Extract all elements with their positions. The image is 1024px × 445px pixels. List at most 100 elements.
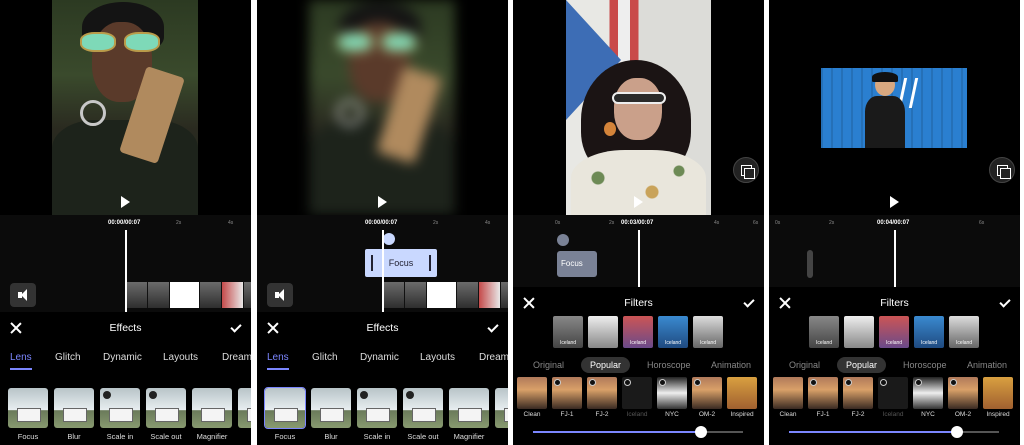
filter-item[interactable]: Inspired (983, 377, 1013, 418)
clip-strip[interactable] (126, 282, 251, 308)
video-preview[interactable] (769, 0, 1020, 215)
sheet-title: Filters (880, 297, 909, 309)
tab-original[interactable]: Original (789, 360, 820, 370)
playhead[interactable] (382, 230, 384, 312)
effect-item[interactable]: Scale in (100, 388, 140, 441)
applied-filter[interactable]: Iceland (949, 316, 979, 348)
tab-glitch[interactable]: Glitch (312, 352, 338, 363)
tab-layouts[interactable]: Layouts (420, 352, 455, 363)
applied-filter[interactable]: Iceland (914, 316, 944, 348)
effect-clip-focus[interactable]: Focus (365, 249, 437, 277)
filter-label: FJ-1 (560, 411, 574, 418)
timecode: 00:00/00:07 (365, 220, 398, 226)
effect-clip-focus[interactable]: Focus (557, 251, 597, 277)
tab-popular[interactable]: Popular (581, 357, 631, 373)
applied-filter[interactable]: Iceland (553, 316, 583, 348)
filter-item[interactable]: Inspired (727, 377, 757, 418)
tab-horoscope[interactable]: Horoscope (903, 360, 947, 370)
tab-animation[interactable]: Animation (967, 360, 1007, 370)
applied-filter[interactable]: Iceland (658, 316, 688, 348)
effect-label: Scale out (407, 432, 439, 441)
effect-handle[interactable] (383, 233, 395, 245)
filter-item[interactable]: Iceland (622, 377, 652, 418)
crop-icon[interactable] (989, 157, 1015, 183)
filter-item[interactable]: Clean (517, 377, 547, 418)
effect-item[interactable]: Magnifier (192, 388, 232, 441)
filter-intensity-slider[interactable] (533, 426, 743, 438)
filter-item[interactable]: OM-2 (692, 377, 722, 418)
slider-knob[interactable] (695, 426, 707, 438)
effect-item[interactable]: Blur (54, 388, 94, 441)
effect-item[interactable]: Focus (264, 387, 306, 441)
video-preview[interactable] (257, 0, 508, 215)
applied-filter[interactable]: Iceland (623, 316, 653, 348)
tab-layouts[interactable]: Layouts (163, 352, 198, 363)
filter-item[interactable]: OM-2 (948, 377, 978, 418)
filter-label: Clean (779, 411, 797, 418)
applied-filter[interactable]: Iceland (809, 316, 839, 348)
tab-dynamic[interactable]: Dynamic (103, 352, 142, 363)
filter-item[interactable]: FJ-1 (808, 377, 838, 418)
tab-dream[interactable]: Dream (222, 352, 251, 363)
slider-knob[interactable] (951, 426, 963, 438)
tab-glitch[interactable]: Glitch (55, 352, 81, 363)
applied-filters: Iceland Iceland Iceland Iceland (809, 316, 989, 350)
effect-tabs: Lens Glitch Dynamic Layouts Dream (0, 352, 251, 370)
timeline[interactable]: 00:00/00:07 2s 4s (0, 215, 251, 312)
filter-item[interactable]: FJ-2 (587, 377, 617, 418)
tab-popular[interactable]: Popular (837, 357, 887, 373)
tab-original[interactable]: Original (533, 360, 564, 370)
ruler-tick: 0s (555, 220, 561, 226)
playhead[interactable] (894, 230, 896, 287)
filter-item[interactable]: Clean (773, 377, 803, 418)
effect-item[interactable] (495, 388, 508, 428)
play-icon[interactable] (378, 196, 387, 208)
video-preview[interactable] (0, 0, 251, 215)
effect-item[interactable]: Magnifier (449, 388, 489, 441)
effect-item[interactable]: V (238, 388, 251, 428)
timeline[interactable]: 0s 2s 00:04/00:07 6s (769, 215, 1020, 287)
crop-icon[interactable] (733, 157, 759, 183)
filter-intensity-slider[interactable] (789, 426, 999, 438)
ruler-tick: 2s (609, 220, 615, 226)
filter-label: OM-2 (954, 411, 972, 418)
tab-lens[interactable]: Lens (10, 352, 32, 363)
filter-item[interactable]: Iceland (878, 377, 908, 418)
ruler-tick: 6s (753, 220, 759, 226)
filter-item[interactable]: NYC (657, 377, 687, 418)
play-icon[interactable] (634, 196, 643, 208)
play-icon[interactable] (890, 196, 899, 208)
filter-item[interactable]: NYC (913, 377, 943, 418)
volume-icon[interactable] (10, 283, 36, 307)
clip-strip[interactable] (383, 282, 508, 308)
applied-filter[interactable]: Iceland (693, 316, 723, 348)
applied-filter[interactable]: Iceland (879, 316, 909, 348)
timeline[interactable]: 0s 2s 00:03/00:07 4s 6s Focus (513, 215, 764, 287)
tab-animation[interactable]: Animation (711, 360, 751, 370)
tab-dynamic[interactable]: Dynamic (360, 352, 399, 363)
tab-horoscope[interactable]: Horoscope (647, 360, 691, 370)
effect-item[interactable]: Focus (8, 388, 48, 441)
filter-item[interactable]: FJ-2 (843, 377, 873, 418)
tab-dream[interactable]: Dream (479, 352, 508, 363)
effect-clip-stub[interactable] (807, 250, 813, 278)
effect-item[interactable]: Scale out (403, 388, 443, 441)
editor-panel-filters-2: 0s 2s 00:04/00:07 6s Filters Iceland Ice… (769, 0, 1020, 445)
applied-filter[interactable] (844, 316, 874, 348)
tab-underline (10, 368, 32, 370)
timeline[interactable]: 00:00/00:07 2s 4s Focus (257, 215, 508, 312)
effect-item[interactable]: Blur (311, 388, 351, 441)
video-preview[interactable] (513, 0, 764, 215)
effect-item[interactable]: Scale out (146, 388, 186, 441)
effect-clip-label: Focus (561, 259, 583, 268)
play-icon[interactable] (121, 196, 130, 208)
effect-handle[interactable] (557, 234, 569, 246)
applied-filter[interactable] (588, 316, 618, 348)
effect-item[interactable]: Scale in (357, 388, 397, 441)
playhead[interactable] (125, 230, 127, 312)
filter-item[interactable]: FJ-1 (552, 377, 582, 418)
effect-label: Scale out (150, 432, 182, 441)
volume-icon[interactable] (267, 283, 293, 307)
playhead[interactable] (638, 230, 640, 287)
tab-lens[interactable]: Lens (267, 352, 289, 363)
